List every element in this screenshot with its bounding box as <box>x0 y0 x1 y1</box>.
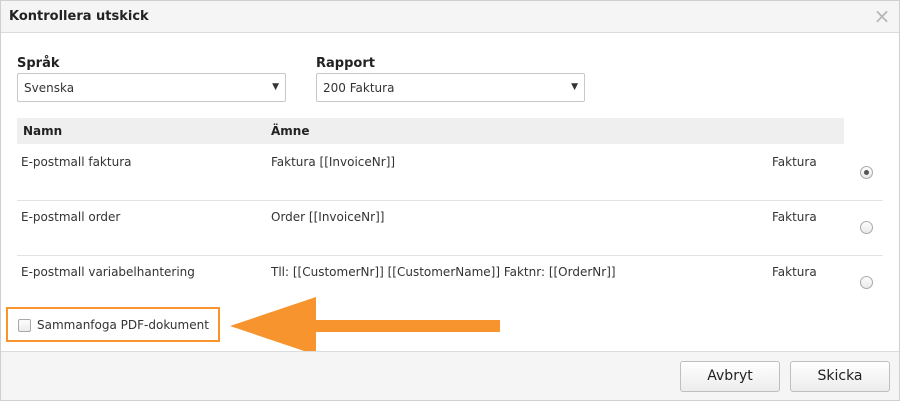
dialog-title: Kontrollera utskick <box>9 9 149 24</box>
row-subject: Faktura [[InvoiceNr]] <box>271 155 396 169</box>
row-select-radio[interactable] <box>860 276 873 289</box>
row-name: E-postmall variabelhantering <box>21 265 195 279</box>
merge-pdf-checkbox[interactable] <box>18 319 31 332</box>
language-label: Språk <box>17 56 60 71</box>
chevron-down-icon: ▼ <box>272 82 279 92</box>
row-select-radio[interactable] <box>860 221 873 234</box>
merge-pdf-label[interactable]: Sammanfoga PDF-dokument <box>37 318 209 332</box>
row-type: Faktura <box>772 265 817 279</box>
close-icon[interactable]: × <box>873 5 891 27</box>
report-select[interactable]: 200 Faktura ▼ <box>316 73 585 102</box>
table-header: Namn Ämne <box>17 118 844 144</box>
language-select[interactable]: Svenska ▼ <box>17 73 286 102</box>
report-label: Rapport <box>316 56 375 71</box>
dialog-footer: Avbryt Skicka <box>1 351 899 400</box>
dialog-titlebar: Kontrollera utskick × <box>1 1 899 33</box>
column-header-subject: Ämne <box>271 124 310 138</box>
merge-pdf-highlight: Sammanfoga PDF-dokument <box>6 307 220 342</box>
row-type: Faktura <box>772 210 817 224</box>
column-header-name: Namn <box>23 124 63 138</box>
row-name: E-postmall order <box>21 210 121 224</box>
row-type: Faktura <box>772 155 817 169</box>
chevron-down-icon: ▼ <box>571 82 578 92</box>
row-subject: Tll: [[CustomerNr]] [[CustomerName]] Fak… <box>271 265 616 279</box>
language-select-value: Svenska <box>24 81 75 95</box>
row-name: E-postmall faktura <box>21 155 132 169</box>
arrow-left-icon <box>230 297 500 355</box>
table-row[interactable]: E-postmall faktura Faktura [[InvoiceNr]]… <box>17 146 883 201</box>
cancel-button[interactable]: Avbryt <box>680 361 780 392</box>
row-select-radio[interactable] <box>860 166 873 179</box>
send-check-dialog: Kontrollera utskick × Språk Svenska ▼ Ra… <box>0 0 900 401</box>
row-subject: Order [[InvoiceNr]] <box>271 210 385 224</box>
report-select-value: 200 Faktura <box>323 81 395 95</box>
send-button[interactable]: Skicka <box>790 361 890 392</box>
table-row[interactable]: E-postmall order Order [[InvoiceNr]] Fak… <box>17 201 883 256</box>
